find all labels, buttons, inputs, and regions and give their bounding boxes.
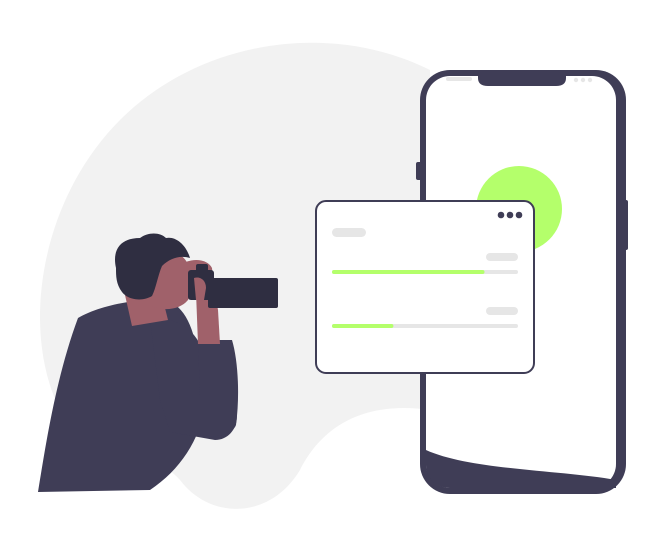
- three-dots-icon[interactable]: [497, 211, 523, 219]
- phone-side-button: [416, 162, 422, 180]
- row-label-placeholder: [486, 253, 518, 261]
- phone-notch: [478, 74, 566, 86]
- status-dot: [580, 77, 586, 83]
- illustration-scene: [38, 42, 628, 509]
- status-bar-left: [446, 77, 472, 81]
- status-dot: [587, 77, 593, 83]
- phone-side-button-right: [623, 200, 628, 250]
- floating-card: [315, 200, 535, 374]
- card-title-placeholder: [332, 228, 366, 237]
- row-label-placeholder: [486, 307, 518, 315]
- progress-fill: [332, 270, 485, 274]
- status-dot: [573, 77, 579, 83]
- progress-fill: [332, 324, 394, 328]
- card-body: [315, 200, 535, 374]
